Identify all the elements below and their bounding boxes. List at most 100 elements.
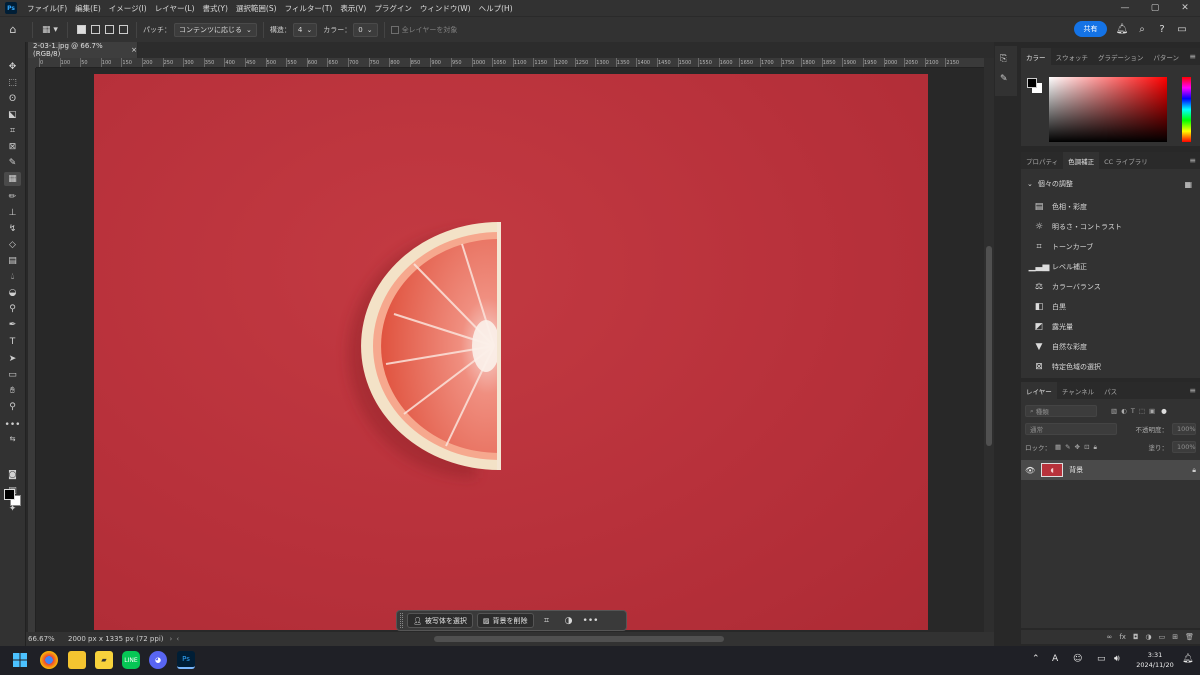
add-selection-icon[interactable] (88, 21, 102, 39)
patch-mode-select[interactable]: コンテンツに応じる ⌄ (174, 22, 257, 37)
object-select-tool-icon[interactable]: ⬕ (4, 108, 21, 122)
network-icon[interactable]: ▭ (1097, 654, 1106, 664)
individual-adjustments-header[interactable]: ⌄ 個々の調整 ▦ (1021, 175, 1200, 193)
subtract-selection-icon[interactable] (102, 21, 116, 39)
ime-mode-icon[interactable]: ☺ (1073, 654, 1082, 664)
chevron-right-icon[interactable]: › (170, 635, 173, 643)
color-select[interactable]: 0 ⌄ (353, 22, 378, 37)
home-icon[interactable]: ⌂ (0, 21, 26, 39)
menu-plugins[interactable]: プラグイン (370, 3, 416, 14)
lock-transparency-icon[interactable]: ▦ (1055, 443, 1061, 451)
patch-tool-preset-icon[interactable]: ▦ ▾ (39, 21, 61, 39)
adjustment-exposure[interactable]: ◩ 露光量 (1021, 317, 1200, 337)
help-icon[interactable]: ? (1155, 22, 1169, 36)
workspace-icon[interactable]: ▭ (1175, 22, 1189, 36)
dodge-tool-icon[interactable]: ⚲ (4, 302, 21, 316)
lock-artboard-icon[interactable]: ⊡ (1084, 443, 1089, 451)
tab-cc-libraries[interactable]: CC ライブラリ (1099, 152, 1153, 169)
crop-tool-icon[interactable]: ⌗ (4, 124, 21, 138)
panel-menu-icon[interactable]: ≡ (1189, 48, 1200, 65)
layer-name[interactable]: 背景 (1069, 465, 1083, 475)
tray-overflow-icon[interactable]: ⌃ (1032, 654, 1040, 664)
generative-fill-icon[interactable]: ✦ (4, 502, 21, 516)
type-filter-icon[interactable]: T (1131, 407, 1135, 415)
layer-kind-filter[interactable]: ⌕ 種類 (1025, 405, 1097, 417)
grid-view-icon[interactable]: ▦ (1184, 180, 1192, 189)
gradient-tool-icon[interactable]: ▤ (4, 254, 21, 268)
tab-channels[interactable]: チャンネル (1057, 382, 1099, 399)
menu-file[interactable]: ファイル(F) (23, 3, 71, 14)
tab-layers[interactable]: レイヤー (1021, 382, 1057, 399)
bell-icon[interactable]: 🔔︎ (1115, 22, 1129, 36)
tab-properties[interactable]: プロパティ (1021, 152, 1063, 169)
adjustment-black-white[interactable]: ◧ 白黒 (1021, 297, 1200, 317)
hand-tool-icon[interactable]: ✋︎ (4, 384, 21, 398)
maximize-icon[interactable]: ▢ (1140, 0, 1170, 16)
close-tab-icon[interactable]: × (131, 46, 137, 54)
opacity-input[interactable]: 100% (1172, 423, 1196, 435)
pixel-filter-icon[interactable]: ▧ (1111, 407, 1117, 415)
lock-pixels-icon[interactable]: ✎ (1065, 443, 1070, 451)
adjustment-filter-icon[interactable]: ◐ (1121, 407, 1127, 415)
eyedropper-tool-icon[interactable]: ✎ (4, 156, 21, 170)
layer-style-icon[interactable]: fx (1119, 633, 1126, 641)
remove-background-button[interactable]: ▨ 背景を削除 (476, 613, 534, 628)
lock-all-icon[interactable]: 🔒︎ (1094, 443, 1097, 452)
tab-swatches[interactable]: スウォッチ (1051, 48, 1094, 65)
move-tool-icon[interactable]: ✥ (4, 60, 21, 74)
adjustment-levels[interactable]: ▁▃▅ レベル補正 (1021, 257, 1200, 277)
intersect-selection-icon[interactable] (116, 21, 130, 39)
vertical-scrollbar[interactable] (984, 58, 994, 634)
smart-object-filter-icon[interactable]: ▣ (1149, 407, 1155, 415)
pen-tool-icon[interactable]: ✒ (4, 318, 21, 332)
adjustment-brightness-contrast[interactable]: ☼ 明るさ・コントラスト (1021, 217, 1200, 237)
new-adjustment-layer-icon[interactable]: ◑ (1146, 633, 1152, 641)
zoom-level[interactable]: 66.67% (28, 635, 68, 643)
brush-settings-icon[interactable]: ✎ (1000, 74, 1008, 84)
horizontal-scroll-thumb[interactable] (434, 636, 724, 642)
system-clock[interactable]: 3:31 2024/11/20 (1132, 650, 1178, 670)
sample-all-layers-checkbox[interactable]: 全レイヤーを対象 (390, 25, 457, 35)
more-options-icon[interactable]: ••• (582, 613, 600, 628)
tab-color[interactable]: カラー (1021, 48, 1051, 65)
color-field[interactable] (1049, 77, 1167, 142)
panel-menu-icon[interactable]: ≡ (1189, 382, 1200, 399)
new-layer-icon[interactable]: ⊞ (1172, 633, 1178, 641)
menu-layer[interactable]: レイヤー(L) (151, 3, 199, 14)
menu-select[interactable]: 選択範囲(S) (232, 3, 281, 14)
minimize-icon[interactable]: — (1110, 0, 1140, 16)
shape-filter-icon[interactable]: ⬚ (1139, 407, 1145, 415)
share-button[interactable]: 共有 (1074, 21, 1107, 37)
menu-image[interactable]: イメージ(I) (105, 3, 151, 14)
notification-bell-icon[interactable]: 🔔︎ (1182, 654, 1193, 664)
chrome-icon[interactable] (40, 651, 58, 669)
eraser-tool-icon[interactable]: ◇ (4, 238, 21, 252)
select-subject-button[interactable]: 👤︎ 被写体を選択 (407, 613, 473, 628)
delete-layer-icon[interactable]: 🗑 (1185, 633, 1194, 641)
clone-stamp-tool-icon[interactable]: ⊥ (4, 206, 21, 220)
foreground-color-swatch[interactable] (1027, 78, 1037, 88)
history-brush-tool-icon[interactable]: ↯ (4, 222, 21, 236)
new-group-icon[interactable]: ▭ (1159, 633, 1166, 641)
type-tool-icon[interactable]: T (4, 335, 21, 349)
tab-patterns[interactable]: パターン (1148, 48, 1184, 65)
brush-tool-icon[interactable]: ✏ (4, 190, 21, 204)
sticky-notes-icon[interactable]: ▰ (95, 651, 113, 669)
menu-view[interactable]: 表示(V) (336, 3, 370, 14)
vertical-scroll-thumb[interactable] (986, 246, 992, 446)
blend-mode-select[interactable]: 通常 (1025, 423, 1117, 435)
path-select-tool-icon[interactable]: ➤ (4, 352, 21, 366)
scroll-left-icon[interactable]: ‹ (176, 635, 179, 643)
rectangle-tool-icon[interactable]: ▭ (4, 368, 21, 382)
visibility-eye-icon[interactable]: 👁︎ (1025, 466, 1035, 475)
photoshop-taskbar-icon[interactable]: Ps (177, 651, 195, 669)
structure-select[interactable]: 4 ⌄ (292, 22, 318, 37)
swap-colors-icon[interactable]: ⇆ (4, 432, 21, 446)
line-app-icon[interactable]: LINE (122, 651, 140, 669)
lock-position-icon[interactable]: ✥ (1075, 443, 1080, 451)
fill-input[interactable]: 100% (1172, 441, 1196, 453)
document-image[interactable] (94, 74, 928, 630)
document-tab[interactable]: 2-03-1.jpg @ 66.7% (RGB/8) × (28, 42, 138, 58)
menu-type[interactable]: 書式(Y) (199, 3, 232, 14)
tab-gradients[interactable]: グラデーション (1093, 48, 1148, 65)
